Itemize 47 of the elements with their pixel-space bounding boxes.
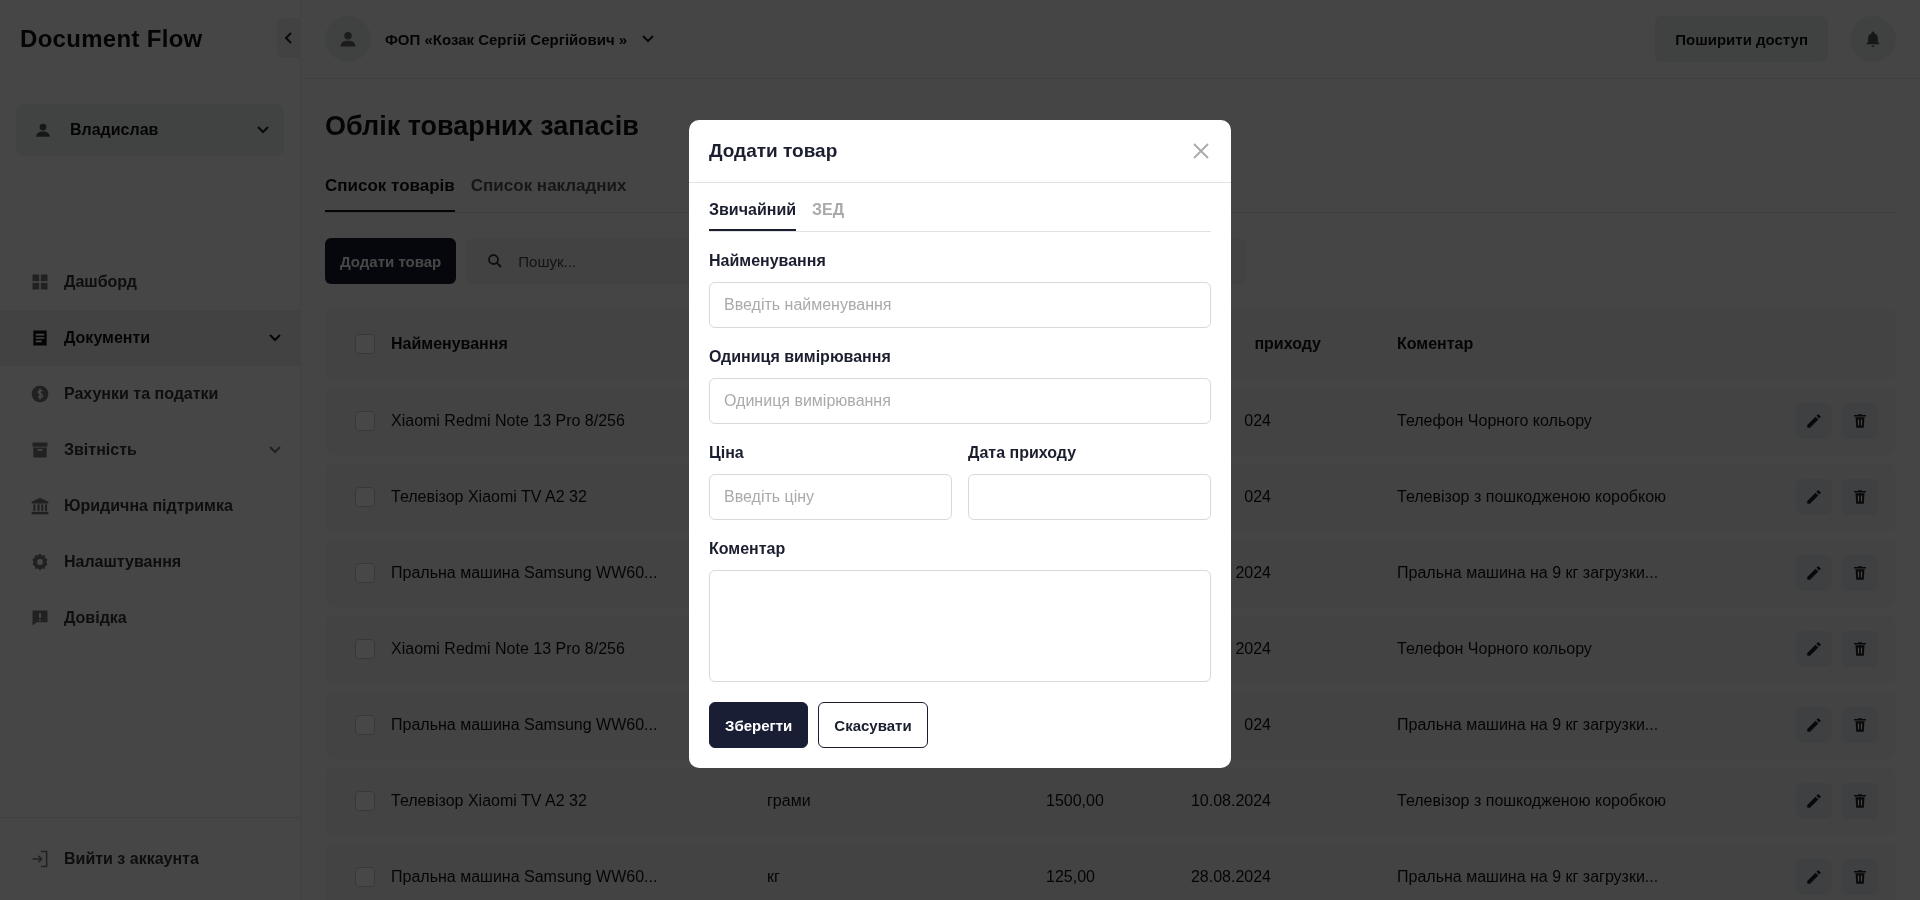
input-field[interactable] — [968, 474, 1211, 520]
input-field[interactable]: Введіть найменування — [709, 282, 1211, 328]
table-cell: Пральна машина Samsung WW60... — [391, 868, 658, 885]
field-label: Дата приходу — [968, 444, 1078, 462]
table-cell: грами — [767, 792, 811, 809]
table-cell-text: 024 — [1243, 412, 1271, 430]
table-cell: Телевізор з пошкодженою коробкою — [1397, 792, 1667, 809]
table-cell: Телефон Чорного кольору — [1397, 412, 1592, 429]
save-button[interactable]: Зберегти — [709, 702, 809, 748]
input-field[interactable]: Одиниця вимірювання — [709, 378, 1211, 424]
table-cell: Телевізор з пошкодженою коробкою — [1397, 488, 1667, 505]
tab[interactable]: ЗЕД — [812, 193, 845, 231]
column-header: приходу — [1253, 335, 1321, 353]
table-cell: Пральна машина на 9 кг загрузки... — [1397, 564, 1659, 581]
field-label: Коментар — [709, 540, 787, 558]
field-label: Найменування — [709, 252, 827, 270]
table-cell: Пральна машина на 9 кг загрузки... — [1397, 868, 1659, 885]
table-cell: кг — [767, 868, 780, 885]
table-cell: Телефон Чорного кольору — [1397, 640, 1592, 657]
table-cell: 125,00 — [1046, 868, 1095, 885]
column-header: Коментар — [1397, 335, 1474, 352]
app-logo: Document Flow — [20, 25, 203, 53]
modal-title: Додати товар — [709, 140, 838, 162]
cancel-button[interactable]: Скасувати — [818, 702, 928, 748]
table-cell: Телевізор Xiaomi TV A2 32 — [391, 792, 587, 809]
table-cell-text: 024 — [1243, 488, 1271, 506]
table-cell: 1500,00 — [1046, 792, 1104, 809]
table-cell-text: 2024 — [1234, 640, 1271, 658]
column-header: Найменування — [391, 335, 508, 352]
table-cell-text: 28.08.2024 — [1189, 868, 1271, 886]
table-cell: Xiaomi Redmi Note 13 Pro 8/256 — [391, 412, 625, 429]
tab[interactable]: Звичайний — [709, 193, 797, 231]
table-cell: Xiaomi Redmi Note 13 Pro 8/256 — [391, 640, 625, 657]
table-cell: Пральна машина Samsung WW60... — [391, 716, 658, 733]
table-cell-text: 2024 — [1234, 564, 1271, 582]
table-cell: Пральна машина на 9 кг загрузки... — [1397, 716, 1659, 733]
field-label: Одиниця вимірювання — [709, 348, 892, 366]
page-title: Облік товарних запасів — [325, 111, 640, 142]
close-button[interactable] — [1191, 141, 1211, 161]
table-cell: Пральна машина Samsung WW60... — [391, 564, 658, 581]
close-icon — [1193, 143, 1209, 159]
table-cell: Телевізор Xiaomi TV A2 32 — [391, 488, 587, 505]
comment-field[interactable] — [709, 570, 1211, 682]
table-cell-text: 024 — [1243, 716, 1271, 734]
table-cell-text: 10.08.2024 — [1189, 792, 1271, 810]
input-field[interactable]: Введіть ціну — [709, 474, 952, 520]
field-label: Ціна — [709, 444, 745, 462]
